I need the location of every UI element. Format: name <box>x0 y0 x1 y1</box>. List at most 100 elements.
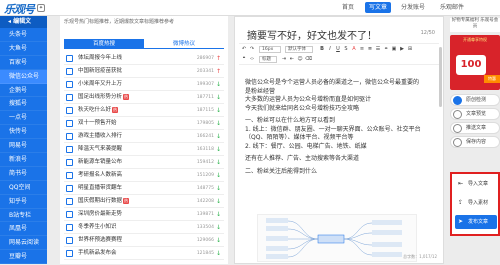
table-icon[interactable]: ⊞ <box>407 46 413 52</box>
checkbox[interactable] <box>66 146 73 153</box>
sidebar-header[interactable]: ◂ 编辑文 <box>0 16 47 28</box>
save-content-button[interactable]: 保存内容 <box>450 136 500 148</box>
sidebar-item-qie[interactable]: 企鹅号 <box>0 84 47 98</box>
checkbox[interactable] <box>66 198 73 205</box>
list-item[interactable]: 游戏主播收入排行 166241 ↓ <box>64 130 224 143</box>
list-item[interactable]: 秋天吃什么好热 187115 ↓ <box>64 104 224 117</box>
font-color-icon[interactable]: A <box>351 46 357 52</box>
nav-home[interactable]: 首页 <box>336 2 360 13</box>
vip-promo-card[interactable]: 开通尊享特权 100 特惠 <box>450 35 500 90</box>
outdent-icon[interactable]: ⇤ <box>289 56 295 62</box>
promo-banner[interactable]: 好物专属福利 乐观号会员 <box>450 18 500 32</box>
nav-write-article[interactable]: 写文章 <box>365 2 391 13</box>
sidebar-item-bilibili[interactable]: B站专栏 <box>0 209 47 223</box>
sidebar-item-dayu[interactable]: 大鱼号 <box>0 42 47 56</box>
bold-icon[interactable]: B <box>319 46 325 52</box>
checkbox[interactable] <box>66 237 73 244</box>
nav-mail[interactable]: 乐观邮件 <box>436 2 468 13</box>
sidebar-item-jianshu[interactable]: 简书号 <box>0 167 47 181</box>
align-left-icon[interactable]: ≡ <box>359 46 365 52</box>
list-item-title: 手机新品发布会 <box>78 250 117 256</box>
font-family-select[interactable]: 默认字体 <box>285 46 313 53</box>
checkbox[interactable] <box>66 211 73 218</box>
video-icon[interactable]: ▶ <box>399 46 405 52</box>
heading-select[interactable]: 标题 <box>259 56 277 63</box>
list-item[interactable]: 世界杯预选赛赛程 129066 ↓ <box>64 234 224 247</box>
list-item[interactable]: 降温天气来袭提醒 163118 ↓ <box>64 143 224 156</box>
publish-article-button[interactable]: ➤ 发布文章 <box>455 215 497 229</box>
preview-button[interactable]: 文章预览 <box>450 108 500 120</box>
list-item-title: 世界杯预选赛赛程 <box>78 237 123 243</box>
sidebar-item-toutiao[interactable]: 头条号 <box>0 28 47 42</box>
emoji-icon[interactable]: ☺ <box>297 56 303 62</box>
original-check-button[interactable]: 原创检测 <box>450 94 500 106</box>
checkbox[interactable] <box>66 55 73 62</box>
sidebar-item-ifeng[interactable]: 凤凰号 <box>0 222 47 237</box>
image-icon[interactable]: ▣ <box>391 46 397 52</box>
list-item[interactable]: 深圳房价最新走势 139871 ↓ <box>64 208 224 221</box>
code-icon[interactable]: ‹› <box>249 56 255 62</box>
sidebar-item-baijia[interactable]: 百家号 <box>0 56 47 70</box>
sidebar-item-zhihu[interactable]: 知乎号 <box>0 195 47 209</box>
import-article-button[interactable]: ⇤ 导入文章 <box>455 177 497 191</box>
hot-titles-notice: 乐观号热门标题推荐，近期爆款文章标题推荐参考 <box>64 19 175 25</box>
tab-baidu-hot[interactable]: 百度热搜 <box>64 39 144 49</box>
strikethrough-icon[interactable]: S <box>343 46 349 52</box>
push-article-button[interactable]: 推送文章 <box>450 122 500 134</box>
checkbox[interactable] <box>66 159 73 166</box>
sidebar-item-yidian[interactable]: 一点号 <box>0 111 47 126</box>
checkbox[interactable] <box>66 68 73 75</box>
list-item[interactable]: 国庆假期出行数据热 142208 ↓ <box>64 195 224 208</box>
link-icon[interactable]: ⚭ <box>383 46 389 52</box>
list-item[interactable]: 考研报名人数新高 151209 ↓ <box>64 169 224 182</box>
redo-icon[interactable]: ↷ <box>249 46 255 52</box>
list-item[interactable]: 中国新冠疫苗获批 203341 ↑ <box>64 65 224 78</box>
list-item[interactable]: 双十一预售开始 179805 ↓ <box>64 117 224 130</box>
sidebar-item-netease[interactable]: 网易号 <box>0 139 47 154</box>
sidebar-item-wechat[interactable]: 微信公众号 <box>0 69 47 84</box>
undo-icon[interactable]: ↶ <box>241 46 247 52</box>
italic-icon[interactable]: I <box>327 46 333 52</box>
tab-weibo-hot[interactable]: 微博热议 <box>144 39 224 49</box>
sidebar-item-netease-cloud[interactable]: 网易云阅读 <box>0 236 47 251</box>
sidebar-item-sohu[interactable]: 搜狐号 <box>0 97 47 112</box>
checkbox[interactable] <box>66 185 73 192</box>
list-item[interactable]: 手机新品发布会 121845 ↓ <box>64 247 224 260</box>
list-icon[interactable]: ☰ <box>375 46 381 52</box>
checkbox[interactable] <box>66 133 73 140</box>
logo-badge-icon: ✦ <box>37 4 45 12</box>
sidebar-item-sina[interactable]: 新浪号 <box>0 153 47 167</box>
indent-icon[interactable]: ⇥ <box>281 56 287 62</box>
hot-count: 133504 <box>196 225 214 230</box>
list-item[interactable]: 体坛周报今年上线 286907 ↑ <box>64 52 224 65</box>
underline-icon[interactable]: U <box>335 46 341 52</box>
list-item[interactable]: 国足出线形势分析热 187711 ↓ <box>64 91 224 104</box>
font-size-select[interactable]: 16px <box>259 46 281 53</box>
sidebar-item-qzone[interactable]: QQ空间 <box>0 181 47 195</box>
checkbox[interactable] <box>66 172 73 179</box>
app-logo[interactable]: 乐观号 <box>4 1 35 17</box>
checkbox[interactable] <box>66 250 73 257</box>
list-item[interactable]: 小米周年又升上万 199307 ↓ <box>64 78 224 91</box>
sidebar-item-douban[interactable]: 豆瓣号 <box>0 250 47 265</box>
article-editor: 摘要写不好，好文也发不了！ 12/50 ↶ ↷ 16px 默认字体 B I U … <box>234 16 444 264</box>
list-item[interactable]: 新能源车销量公布 159412 ↓ <box>64 156 224 169</box>
quote-icon[interactable]: ❝ <box>241 56 247 62</box>
list-item[interactable]: 明星直播带货翻车 148775 ↓ <box>64 182 224 195</box>
body-line: 是粉丝经营 <box>245 87 276 95</box>
clear-format-icon[interactable]: ⌫ <box>305 56 312 62</box>
align-center-icon[interactable]: ≣ <box>367 46 373 52</box>
article-body[interactable]: 微信公众号是今个运营人员必备的渠道之一，微信公众号最重要的 是粉丝经营 大多数的… <box>245 79 435 176</box>
publish-actions: ⇤ 导入文章 ⇪ 导入素材 ➤ 发布文章 <box>450 172 500 236</box>
checkbox[interactable] <box>66 81 73 88</box>
checkbox[interactable] <box>66 107 73 114</box>
checkbox[interactable] <box>66 120 73 127</box>
editor-scrollbar[interactable] <box>439 47 442 107</box>
import-material-button[interactable]: ⇪ 导入素材 <box>455 196 497 210</box>
checkbox[interactable] <box>66 94 73 101</box>
sidebar-item-kuaichuan[interactable]: 快传号 <box>0 125 47 140</box>
nav-distribute-accounts[interactable]: 分发账号 <box>398 2 428 13</box>
checkbox[interactable] <box>66 224 73 231</box>
list-item[interactable]: 冬季养生小知识 133504 ↓ <box>64 221 224 234</box>
article-title-input[interactable]: 摘要写不好，好文也发不了！ <box>247 27 377 42</box>
